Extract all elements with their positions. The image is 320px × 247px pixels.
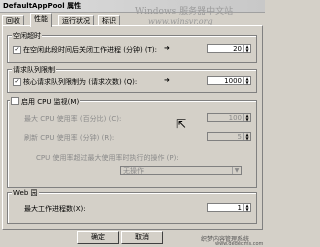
tab-performance[interactable]: 性能 [30,13,52,27]
spinner-arrows-icon[interactable]: ▲ ▼ [243,77,250,84]
cancel-button[interactable]: 取消 [121,231,163,244]
request-queue-label: 核心请求队列限制为 (请求次数) (Q): [23,78,138,86]
window-title: DefaultAppPool 属性 [3,2,82,10]
cpu-action-value: 无操作 [123,167,144,175]
cpu-monitoring-group: 启用 CPU 监视(M) 最大 CPU 使用率 (百分比) (C): 100 ▲… [7,96,257,188]
max-cpu-label: 最大 CPU 使用率 (百分比) (C): [24,115,122,123]
request-queue-group: 请求队列限制 ✓ 核心请求队列限制为 (请求次数) (Q): ➜ 1000 ▲ ▼ [7,65,257,93]
max-cpu-value: 100 [228,114,242,122]
cpu-monitoring-header: 启用 CPU 监视(M) [10,96,81,107]
cpu-action-select[interactable]: 无操作 ▼ [120,166,242,175]
web-garden-group-label: Web 园 [12,188,39,198]
refresh-cpu-spinner[interactable]: 5 ▲ ▼ [207,132,251,141]
request-queue-group-label: 请求队列限制 [12,65,56,75]
cpu-monitoring-checkbox[interactable] [11,97,19,105]
idle-timeout-group: 空闲超时 ✓ 在空闲此段时间后关闭工作进程 (分钟) (T): ➜ 20 ▲ ▼ [7,31,257,63]
arrow-right-icon: ➜ [164,44,170,52]
mouse-cursor-icon: ⇱ [176,117,187,131]
arrow-right-icon: ➜ [164,76,170,84]
performance-panel: 空闲超时 ✓ 在空闲此段时间后关闭工作进程 (分钟) (T): ➜ 20 ▲ ▼ … [2,25,263,230]
idle-timeout-label: 在空闲此段时间后关闭工作进程 (分钟) (T): [23,46,158,54]
idle-timeout-checkbox[interactable]: ✓ [13,46,21,54]
max-processes-value: 1 [237,204,242,212]
idle-timeout-spinner[interactable]: 20 ▲ ▼ [207,44,251,53]
refresh-cpu-label: 刷新 CPU 使用率 (分钟) (R): [24,134,115,142]
ok-button[interactable]: 确定 [77,231,119,244]
cpu-action-label: CPU 使用率超过最大使用率时执行的操作 (P): [36,154,179,162]
refresh-cpu-value: 5 [237,133,242,141]
max-cpu-spinner[interactable]: 100 ▲ ▼ [207,113,251,122]
max-processes-label: 最大工作进程数(X): [24,205,86,213]
spinner-arrows-icon[interactable]: ▲ ▼ [243,114,250,121]
request-queue-checkbox[interactable]: ✓ [13,78,21,86]
request-queue-value: 1000 [224,77,242,85]
spinner-arrows-icon[interactable]: ▲ ▼ [243,133,250,140]
spinner-arrows-icon[interactable]: ▲ ▼ [243,204,250,211]
chevron-down-icon[interactable]: ▼ [232,167,241,174]
max-processes-spinner[interactable]: 1 ▲ ▼ [207,203,251,212]
request-queue-spinner[interactable]: 1000 ▲ ▼ [207,76,251,85]
idle-timeout-value: 20 [233,45,242,53]
watermark-text: Windows 服务器中文站 [135,7,234,17]
watermark-bottom-url: www.dedecms.com [215,241,264,247]
idle-timeout-group-label: 空闲超时 [12,31,42,41]
spinner-arrows-icon[interactable]: ▲ ▼ [243,45,250,52]
cpu-monitoring-label: 启用 CPU 监视(M) [21,98,80,106]
web-garden-group: Web 园 最大工作进程数(X): 1 ▲ ▼ [7,188,257,224]
